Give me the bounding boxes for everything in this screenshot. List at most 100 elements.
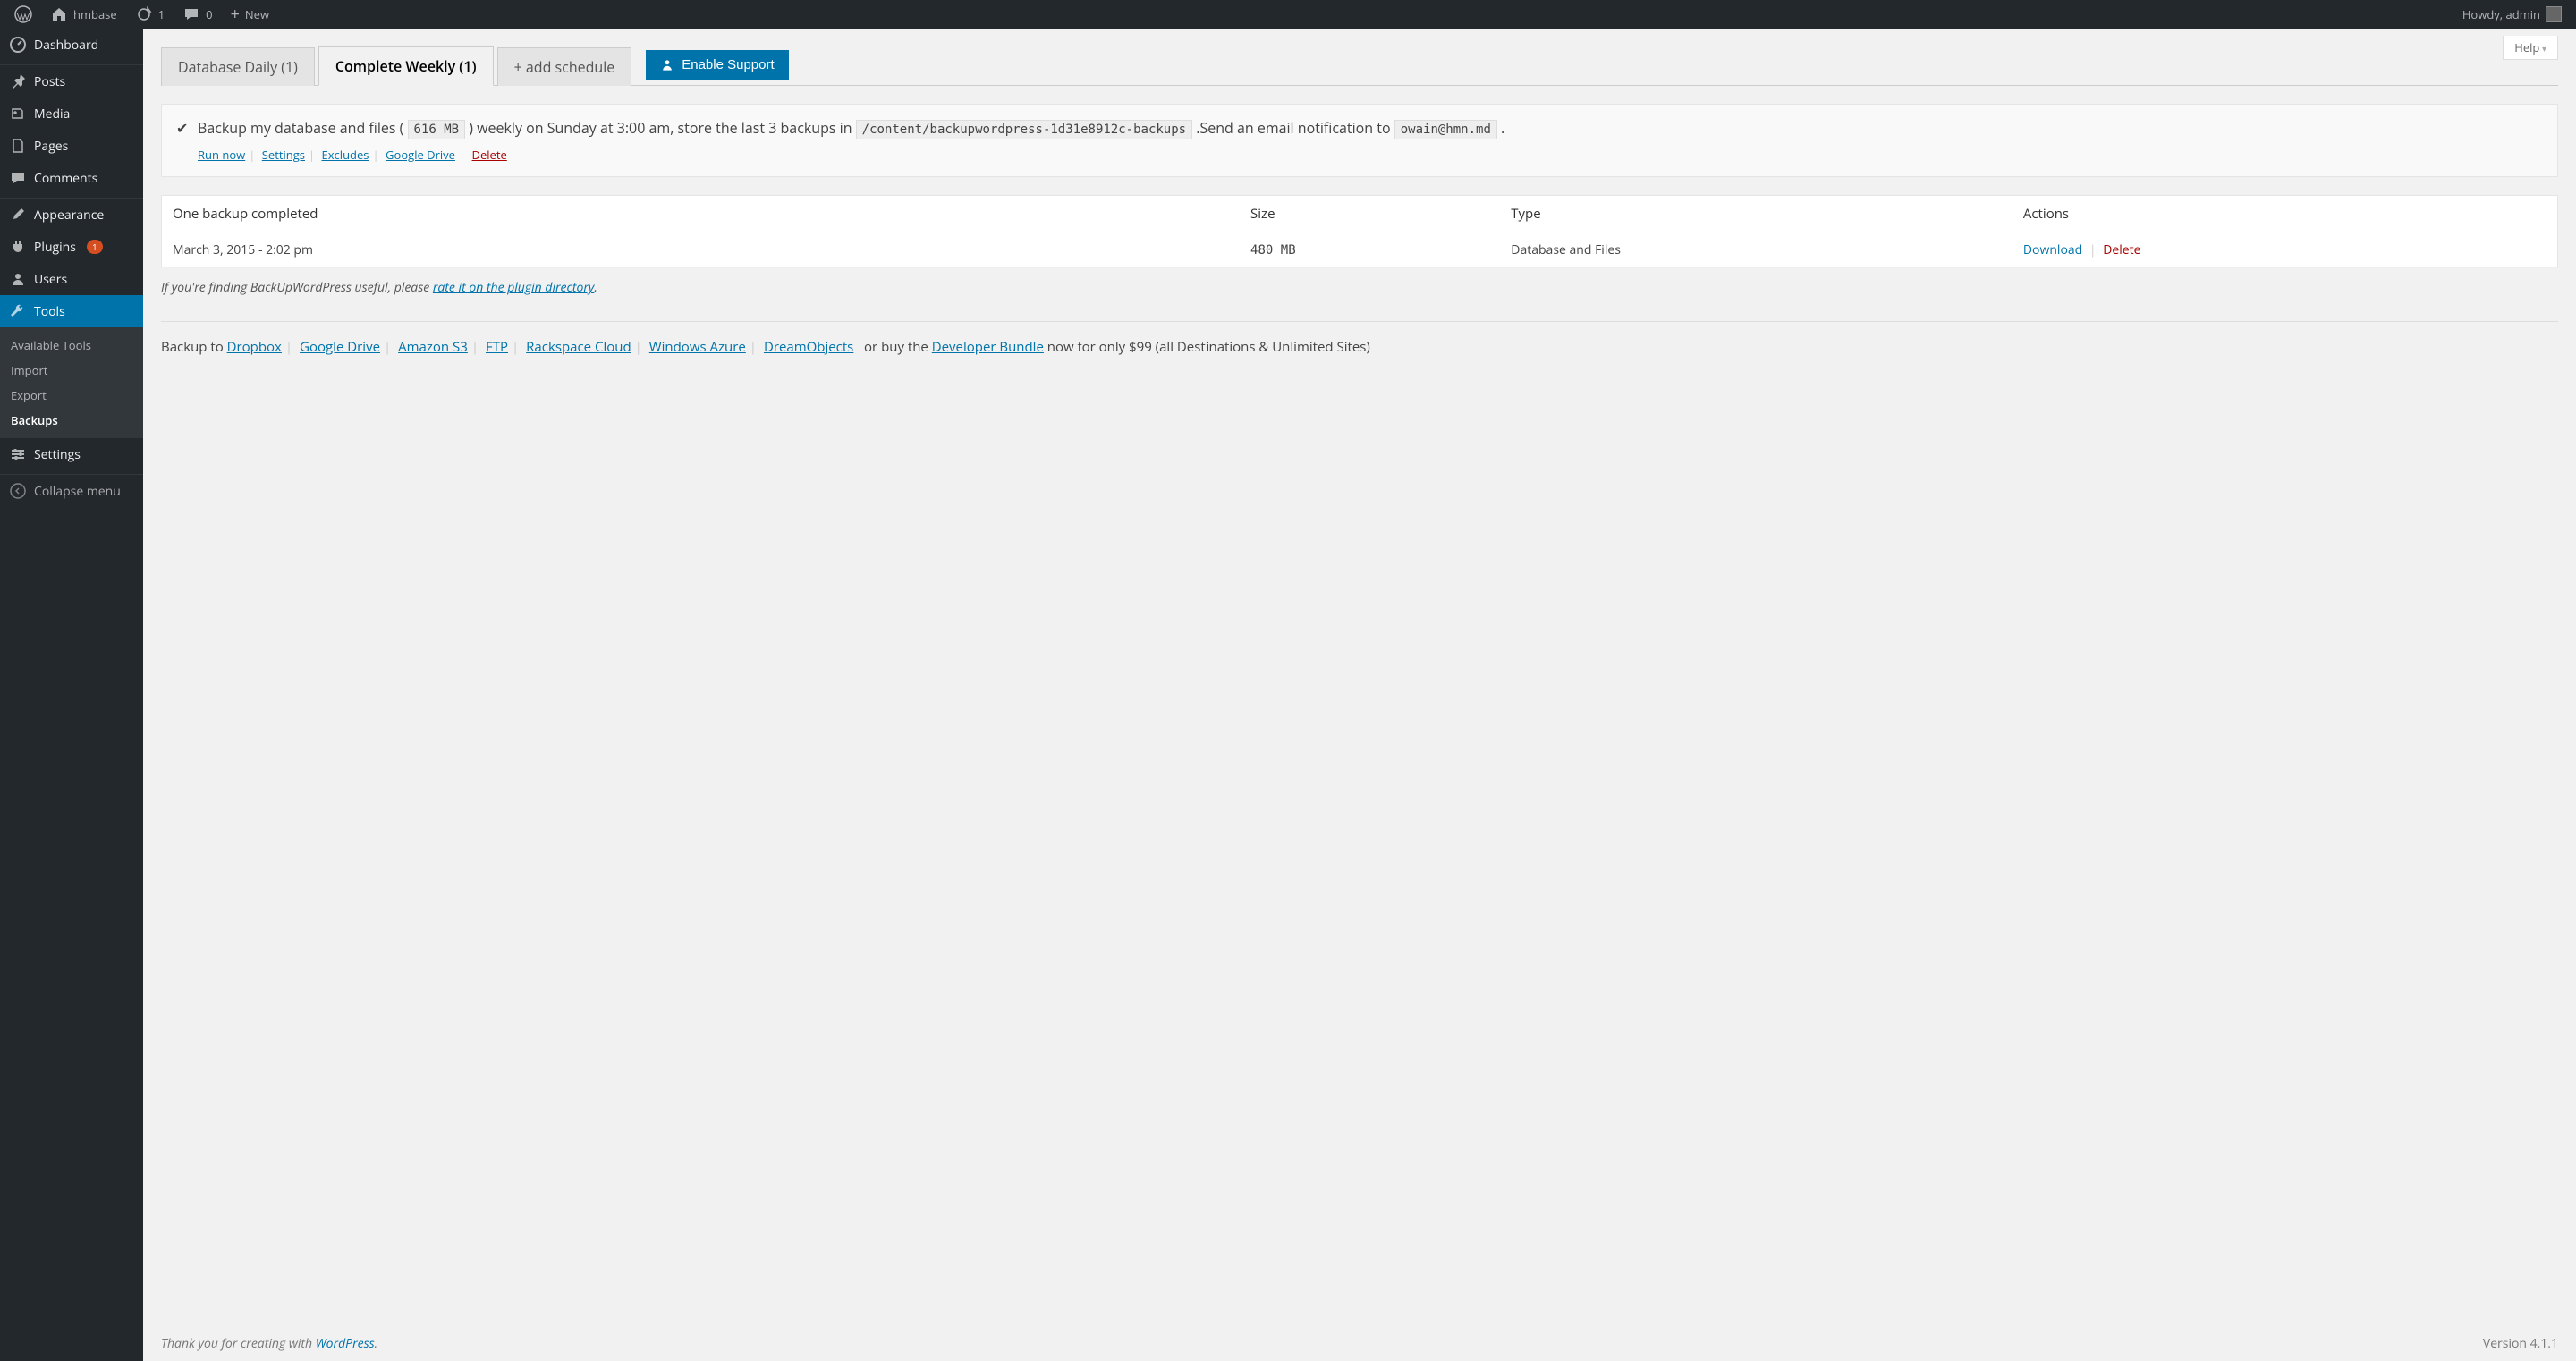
menu-label: Plugins [34,239,76,256]
destinations-line: Backup to Dropbox| Google Drive| Amazon … [161,338,2558,356]
dest-dreamobjects[interactable]: DreamObjects [764,338,853,356]
excludes-link[interactable]: Excludes [322,147,369,163]
tools-submenu: Available Tools Import Export Backups [0,327,143,438]
schedule-summary: ✔ Backup my database and files ( 616 MB … [161,104,2558,177]
admin-bar: hmbase 1 0 + New Howdy, admin [0,0,2576,29]
page-icon [9,137,27,155]
plugin-count-badge: 1 [87,240,103,254]
download-link[interactable]: Download [2023,241,2082,258]
updates-count: 1 [158,6,165,22]
collapse-menu[interactable]: Collapse menu [0,475,143,507]
menu-media[interactable]: Media [0,97,143,130]
delete-schedule-link[interactable]: Delete [472,147,507,163]
enable-support-button[interactable]: Enable Support [646,50,788,80]
help-label: Help [2514,39,2539,55]
footer-thank: Thank you for creating with [161,1335,316,1352]
wp-logo[interactable] [7,0,39,29]
user-icon [9,270,27,288]
col-size: Size [1240,196,1500,232]
submenu-export[interactable]: Export [0,383,143,408]
admin-sidebar: Dashboard Posts Media Pages Comments App… [0,29,143,1361]
rate-link[interactable]: rate it on the plugin directory [433,279,594,296]
divider [161,321,2558,322]
menu-dashboard[interactable]: Dashboard [0,29,143,61]
updates-link[interactable]: 1 [128,0,172,29]
summary-actions: Run now| Settings| Excludes| Google Driv… [198,146,2541,165]
rate-post: . [594,279,597,296]
menu-settings[interactable]: Settings [0,438,143,470]
summary-text: Backup my database and files ( [198,118,403,138]
wordpress-icon [14,5,32,23]
dest-prefix: Backup to [161,338,227,356]
plus-icon: + [231,4,240,25]
backup-actions: Download | Delete [2012,232,2558,268]
comment-icon [9,169,27,187]
submenu-import[interactable]: Import [0,358,143,383]
dest-rackspace[interactable]: Rackspace Cloud [526,338,631,356]
comments-count: 0 [206,6,212,22]
tab-add-schedule[interactable]: + add schedule [497,47,632,86]
new-link[interactable]: + New [224,0,276,29]
dest-dropbox[interactable]: Dropbox [227,338,282,356]
wrench-icon [9,302,27,320]
howdy-link[interactable]: Howdy, admin [2455,0,2569,29]
check-icon: ✔ [176,117,188,140]
tab-database-daily[interactable]: Database Daily (1) [161,47,315,86]
dest-ftp[interactable]: FTP [486,338,508,356]
google-drive-link[interactable]: Google Drive [386,147,455,163]
collapse-label: Collapse menu [34,483,121,500]
comments-link[interactable]: 0 [175,0,219,29]
menu-users[interactable]: Users [0,263,143,295]
sliders-icon [9,445,27,463]
new-label: New [245,6,269,22]
col-type: Type [1500,196,2012,232]
wordpress-link[interactable]: WordPress [316,1335,375,1352]
run-now-link[interactable]: Run now [198,147,245,163]
rate-pre: If you're finding BackUpWordPress useful… [161,279,433,296]
dest-amazon-s3[interactable]: Amazon S3 [398,338,468,356]
schedule-tabs: Database Daily (1) Complete Weekly (1) +… [161,29,2558,86]
dest-google-drive[interactable]: Google Drive [300,338,380,356]
support-icon [660,58,674,72]
dest-bundle[interactable]: Developer Bundle [932,338,1044,356]
menu-comments[interactable]: Comments [0,162,143,194]
menu-posts[interactable]: Posts [0,65,143,97]
backup-path: /content/backupwordpress-1d31e8912c-back… [856,120,1192,139]
rate-note: If you're finding BackUpWordPress useful… [161,279,2558,296]
submenu-backups[interactable]: Backups [0,408,143,433]
dest-or: or buy the [860,338,932,356]
menu-pages[interactable]: Pages [0,130,143,162]
submenu-available-tools[interactable]: Available Tools [0,333,143,358]
notify-email: owain@hmn.md [1394,120,1497,139]
dest-suffix: now for only $99 (all Destinations & Unl… [1044,338,1370,356]
howdy-text: Howdy, admin [2462,6,2540,22]
backup-date: March 3, 2015 - 2:02 pm [162,232,1241,268]
menu-tools[interactable]: Tools [0,295,143,327]
plug-icon [9,238,27,256]
table-row: March 3, 2015 - 2:02 pm 480 MB Database … [162,232,2558,268]
pin-icon [9,72,27,90]
collapse-icon [9,482,27,500]
col-actions: Actions [2012,196,2558,232]
summary-text: ) weekly on Sunday at 3:00 am, store the… [469,118,852,138]
main-content: Help Database Daily (1) Complete Weekly … [143,29,2576,1361]
help-tab[interactable]: Help [2503,36,2558,60]
menu-label: Dashboard [34,37,98,54]
dest-azure[interactable]: Windows Azure [649,338,746,356]
col-status: One backup completed [162,196,1241,232]
refresh-icon [135,5,153,23]
delete-backup-link[interactable]: Delete [2103,241,2140,258]
backups-table: One backup completed Size Type Actions M… [161,195,2558,268]
menu-plugins[interactable]: Plugins 1 [0,231,143,263]
settings-link[interactable]: Settings [262,147,305,163]
site-link[interactable]: hmbase [43,0,124,29]
site-name: hmbase [73,6,117,22]
media-icon [9,105,27,123]
tab-complete-weekly[interactable]: Complete Weekly (1) [318,46,494,86]
menu-label: Comments [34,170,97,187]
backup-type: Database and Files [1500,232,2012,268]
menu-appearance[interactable]: Appearance [0,199,143,231]
home-icon [50,5,68,23]
menu-label: Media [34,106,70,123]
footer: Thank you for creating with WordPress. V… [161,1335,2558,1352]
